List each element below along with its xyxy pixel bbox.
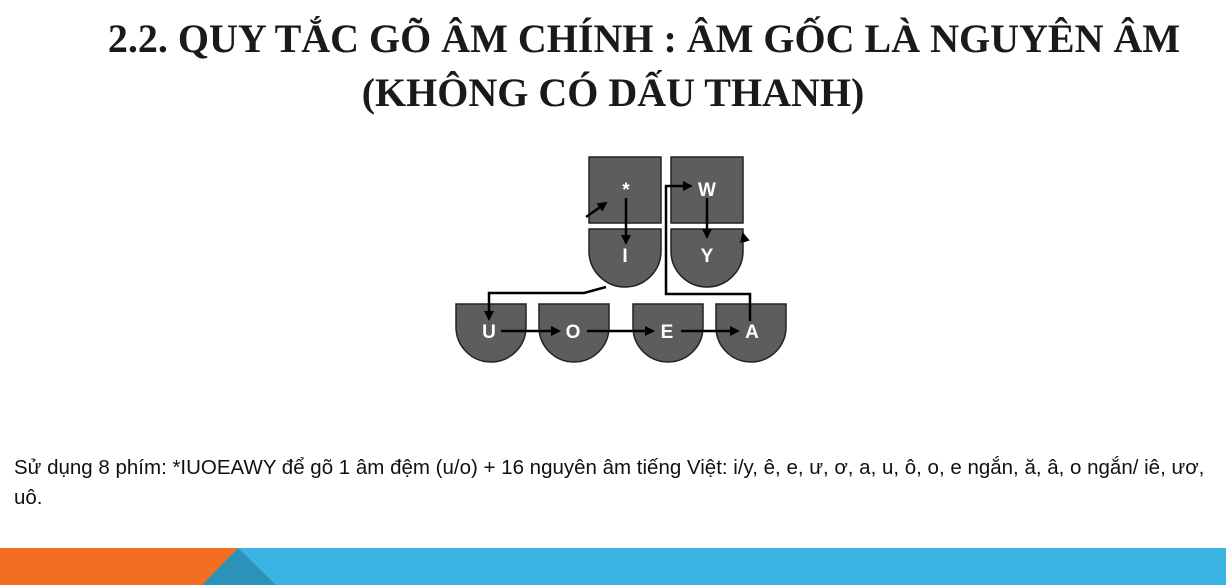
key-y: Y — [670, 228, 744, 288]
key-a-label: A — [745, 322, 759, 343]
slide-description: Sử dụng 8 phím: *IUOEAWY để gõ 1 âm đệm … — [14, 456, 1205, 509]
key-u: U — [455, 303, 527, 363]
key-o-label: O — [566, 322, 581, 343]
key-e: E — [632, 303, 704, 363]
key-o: O — [538, 303, 610, 363]
key-w-label: W — [698, 180, 716, 201]
key-u-label: U — [482, 322, 496, 343]
key-i-label: I — [622, 246, 627, 267]
key-e-label: E — [661, 322, 674, 343]
key-star-label: * — [622, 180, 630, 201]
key-y-label: Y — [701, 246, 714, 267]
footer-orange-band — [0, 548, 238, 585]
footer-decoration — [0, 548, 1226, 585]
